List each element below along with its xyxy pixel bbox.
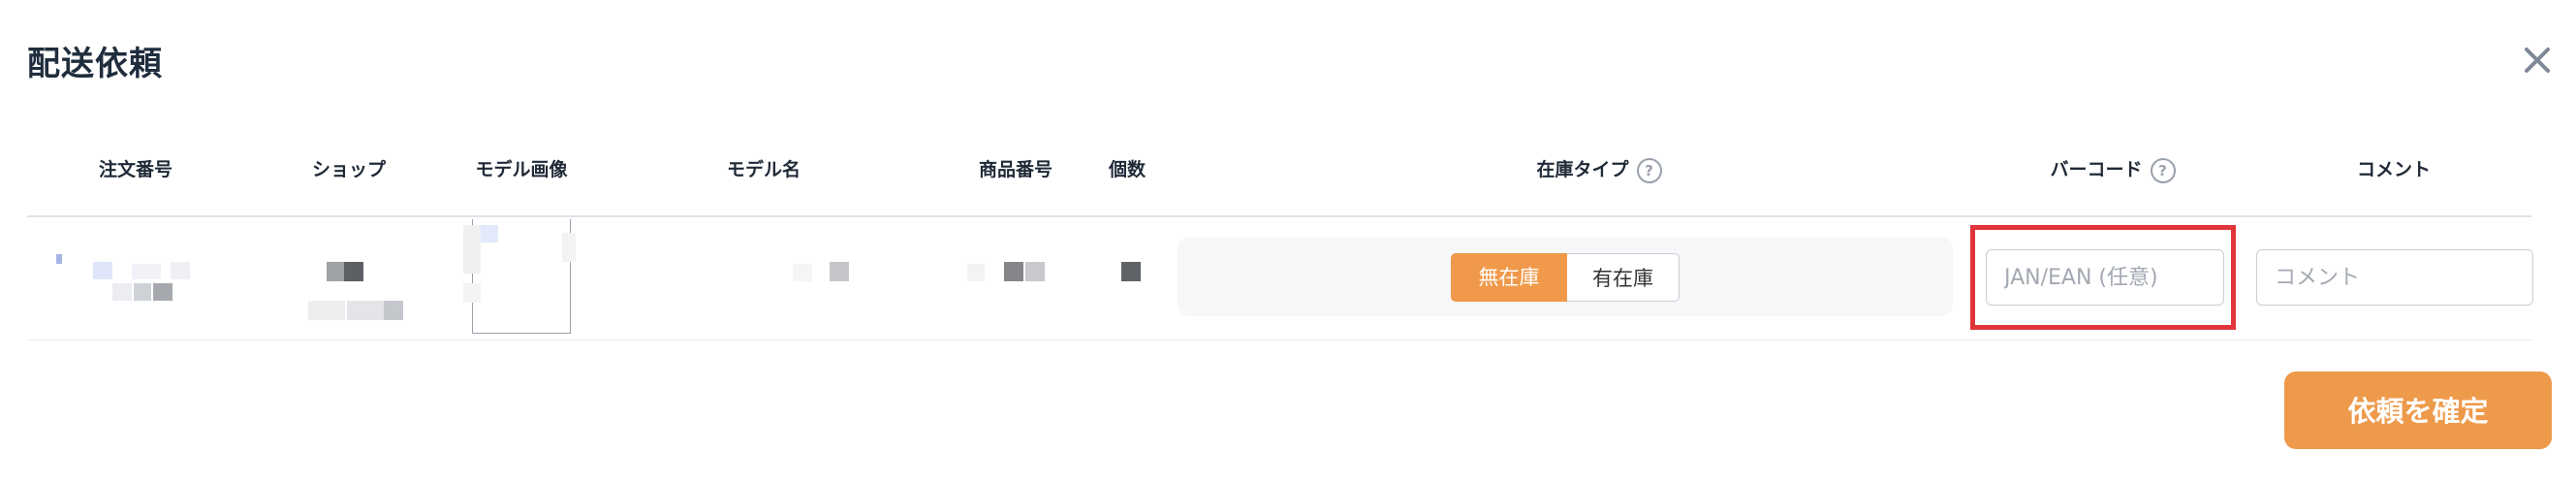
stock-type-label: 在庫タイプ xyxy=(1536,159,1629,180)
column-header-shop: ショップ xyxy=(311,159,386,180)
comment-input[interactable] xyxy=(2256,249,2533,306)
column-header-product-no: 商品番号 xyxy=(978,159,1052,180)
column-header-quantity: 個数 xyxy=(1108,159,1146,180)
barcode-label: バーコード xyxy=(2050,159,2143,180)
close-icon xyxy=(2525,48,2550,73)
column-header-comment: コメント xyxy=(2356,159,2431,180)
column-header-model-name: モデル名 xyxy=(726,159,801,180)
stock-option-no-stock[interactable]: 無在庫 xyxy=(1451,253,1567,302)
barcode-input[interactable] xyxy=(1986,249,2224,306)
column-header-order-no: 注文番号 xyxy=(98,159,173,180)
help-circle-icon[interactable]: ? xyxy=(2150,157,2176,183)
dialog-title: 配送依頼 xyxy=(27,45,163,83)
confirm-request-button[interactable]: 依頼を確定 xyxy=(2284,372,2552,449)
quantity-redacted xyxy=(1121,262,1141,281)
close-button[interactable] xyxy=(2518,41,2557,80)
stock-option-in-stock[interactable]: 有在庫 xyxy=(1567,253,1680,302)
column-header-model-image: モデル画像 xyxy=(475,159,568,180)
column-header-barcode: バーコード? xyxy=(2006,155,2219,184)
header-divider xyxy=(27,215,2531,217)
column-header-stock-type: 在庫タイプ? xyxy=(1454,155,1744,184)
help-circle-icon[interactable]: ? xyxy=(1636,157,1662,183)
